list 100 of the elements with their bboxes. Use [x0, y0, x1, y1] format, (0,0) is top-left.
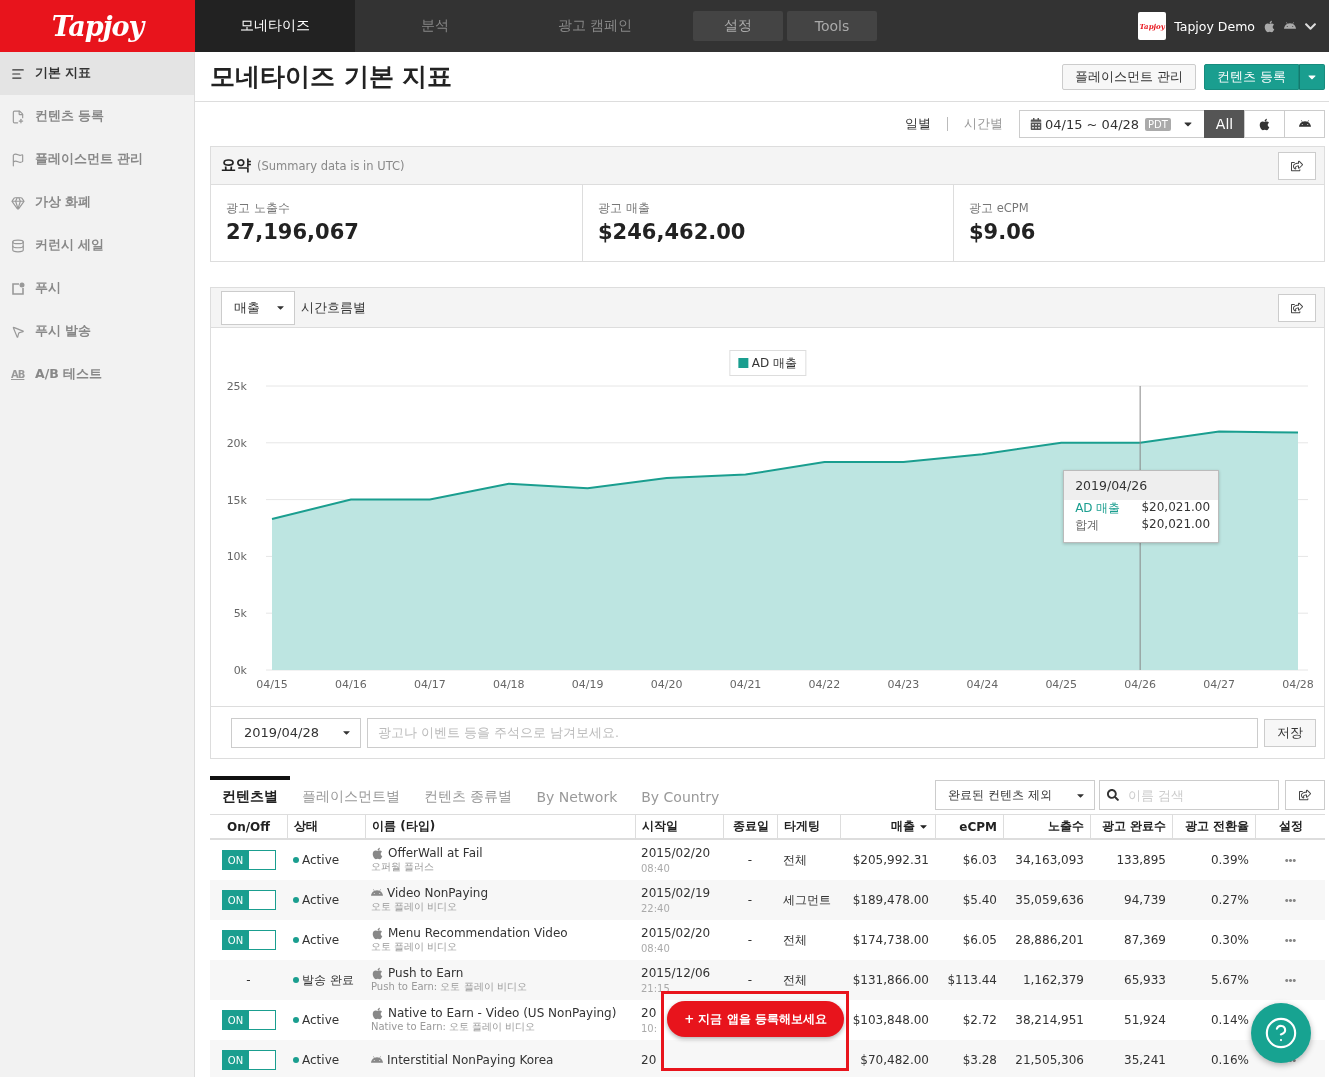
- share-icon: [1291, 301, 1303, 314]
- apple-icon: [371, 926, 384, 940]
- table-cell: 전체: [783, 851, 807, 869]
- content-name[interactable]: Menu Recommendation Video: [388, 926, 568, 940]
- column-header[interactable]: 광고 전환율: [1172, 815, 1255, 838]
- status-text: Active: [302, 933, 340, 947]
- table-cell: $131,866.00: [852, 973, 929, 987]
- status-dot: [293, 897, 299, 903]
- save-button[interactable]: 저장: [1264, 718, 1316, 747]
- table-cell: 전체: [783, 971, 807, 989]
- tooltip-date: 2019/04/26: [1064, 471, 1219, 500]
- axis-label: 04/23: [887, 678, 920, 691]
- granularity-tab[interactable]: 일별: [905, 115, 931, 133]
- android-icon: [1284, 20, 1296, 32]
- table-cell: 0.39%: [1210, 853, 1249, 867]
- table-cell: 28,886,201: [1015, 933, 1084, 947]
- content-name[interactable]: Native to Earn - Video (US NonPaying): [388, 1006, 617, 1020]
- nav-button[interactable]: 설정: [693, 11, 783, 41]
- table-cell: -: [747, 973, 753, 987]
- share-button[interactable]: [1278, 151, 1316, 180]
- axis-label: 04/18: [492, 678, 525, 691]
- content-name[interactable]: Push to Earn: [388, 966, 464, 980]
- tooltip-label: 합계: [1075, 517, 1100, 534]
- apple-icon: [371, 846, 384, 860]
- content-type: 오토 플레이 비디오: [371, 900, 458, 914]
- status-text: Active: [302, 853, 340, 867]
- platform-toggle[interactable]: All: [1204, 110, 1245, 138]
- axis-label: 04/19: [571, 678, 604, 691]
- platform-toggle[interactable]: [1284, 110, 1325, 138]
- sidebar-label: 기본 지표: [35, 65, 92, 82]
- table-cell: 34,163,093: [1015, 853, 1084, 867]
- content-name[interactable]: Video NonPaying: [387, 886, 489, 900]
- table-cell: -: [747, 853, 753, 867]
- table-cell: $103,848.00: [852, 1013, 929, 1027]
- start-time: 08:40: [641, 943, 670, 954]
- nav-tab[interactable]: 광고 캠페인: [515, 0, 675, 52]
- column-header[interactable]: 시작일: [635, 815, 723, 838]
- account-name[interactable]: Tapjoy Demo: [1174, 18, 1255, 34]
- nav-tab[interactable]: 분석: [355, 0, 515, 52]
- table-cell: 5.67%: [1210, 973, 1249, 987]
- nav-button[interactable]: Tools: [787, 11, 877, 41]
- start-date: 2015/02/19: [641, 886, 711, 900]
- axis-label: 10k: [226, 550, 247, 564]
- column-header[interactable]: 이름 (타입): [365, 815, 635, 838]
- table-cell: 65,933: [1124, 973, 1166, 987]
- placement-button[interactable]: 플레이스먼트 관리: [1061, 63, 1196, 90]
- dropdown-button[interactable]: [1299, 63, 1325, 90]
- column-header[interactable]: 광고 완료수: [1090, 815, 1172, 838]
- nav-tab[interactable]: 모네타이즈: [195, 0, 355, 52]
- calendar-icon: [1030, 118, 1042, 130]
- table-cell: 전체: [783, 931, 807, 949]
- legend-swatch: [737, 358, 748, 368]
- content-name[interactable]: Interstitial NonPaying Korea: [387, 1053, 554, 1067]
- table-cell: 0.16%: [1210, 1053, 1249, 1067]
- column-header[interactable]: 설정: [1255, 815, 1325, 838]
- axis-label: 04/16: [335, 678, 367, 691]
- start-date: 2015/12/06: [641, 966, 711, 980]
- column-header[interactable]: 상태: [287, 815, 365, 838]
- metric-label: 광고 매출: [598, 201, 651, 216]
- date-range-button[interactable]: 04/15 ~ 04/28 PDT: [1019, 110, 1205, 138]
- sidebar-label: 커런시 세일: [35, 237, 105, 254]
- column-header[interactable]: 타게팅: [777, 815, 840, 838]
- axis-label: 04/25: [1045, 678, 1078, 691]
- apple-icon: [371, 1006, 384, 1020]
- column-header[interactable]: eCPM: [935, 815, 1003, 838]
- register-app-button[interactable]: + 지금 앱을 등록해보세요: [667, 1001, 844, 1037]
- table-cell: $6.03: [962, 853, 997, 867]
- axis-label: 20k: [226, 436, 247, 450]
- filter-select[interactable]: 완료된 컨텐츠 제외: [935, 780, 1095, 810]
- column-header[interactable]: 노출수: [1003, 815, 1090, 838]
- platform-toggle[interactable]: [1244, 110, 1285, 138]
- share-button[interactable]: [1278, 293, 1316, 322]
- metric-select[interactable]: 매출: [221, 290, 295, 325]
- column-header[interactable]: 종료일: [723, 815, 777, 838]
- content-type: Native to Earn: 오토 플레이 비디오: [371, 1020, 536, 1034]
- status-text: 발송 완료: [302, 971, 354, 989]
- table-cell: 87,369: [1124, 933, 1166, 947]
- axis-label: 04/22: [808, 678, 841, 691]
- start-date: 2015/02/20: [641, 926, 711, 940]
- table-cell: 0.30%: [1210, 933, 1249, 947]
- status-dot: [293, 1057, 299, 1063]
- coins-icon: [11, 238, 25, 253]
- date-select[interactable]: 2019/04/28: [231, 717, 361, 748]
- column-header[interactable]: On/Off: [210, 815, 287, 838]
- content-name[interactable]: OfferWall at Fail: [388, 846, 483, 860]
- metric-value: 27,196,067: [226, 220, 360, 244]
- table-cell: 133,895: [1116, 853, 1166, 867]
- table-cell: 94,739: [1124, 893, 1166, 907]
- sidebar-label: 푸시 발송: [35, 323, 92, 340]
- metric-value: $9.06: [969, 220, 1037, 244]
- annotation-field[interactable]: 광고나 이벤트 등을 주석으로 남겨보세요.: [367, 717, 1258, 748]
- table-cell: 0.14%: [1210, 1013, 1249, 1027]
- column-header[interactable]: 매출: [840, 815, 935, 838]
- tooltip-value: $20,021.00: [1141, 500, 1211, 516]
- share-button[interactable]: [1285, 780, 1325, 810]
- table-cell: $205,992.31: [852, 853, 929, 867]
- sidebar-item[interactable]: 기본 지표: [0, 52, 194, 95]
- pointer-icon: [11, 324, 25, 339]
- content-tab[interactable]: 컨텐츠별: [210, 776, 290, 814]
- logo[interactable]: Tapjoy: [0, 0, 195, 52]
